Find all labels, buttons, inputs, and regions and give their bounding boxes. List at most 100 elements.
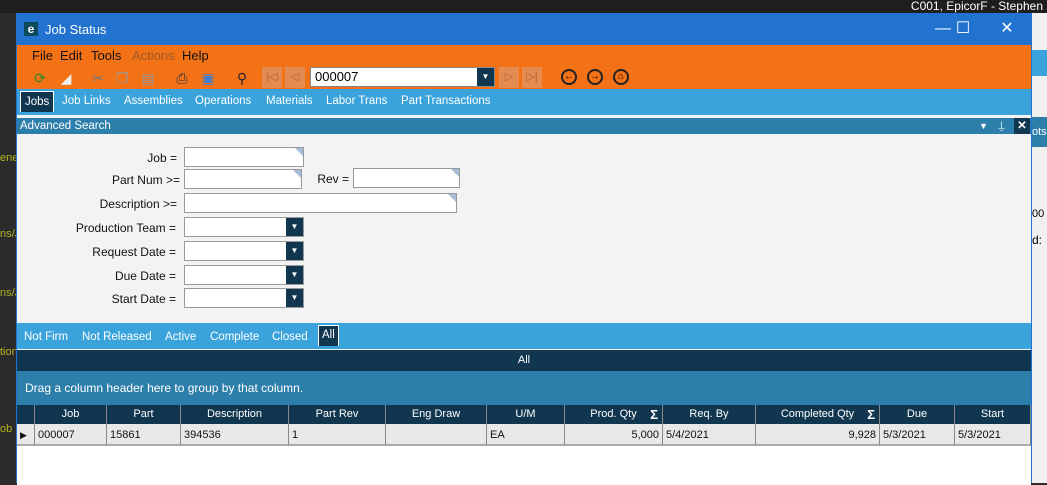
column-header-start[interactable]: Start	[955, 405, 1031, 424]
cell-description[interactable]: 394536	[181, 424, 289, 446]
cell-start[interactable]: 5/3/2021	[955, 424, 1031, 446]
chevron-down-icon[interactable]: ▼	[477, 68, 494, 86]
advanced-search-title: Advanced Search	[20, 120, 111, 132]
column-label: Prod. Qty	[590, 408, 637, 420]
search-binoculars-icon[interactable]: ⚲	[233, 69, 251, 87]
production-team-select[interactable]: ▼	[184, 217, 304, 237]
background-window: ots 00 d:	[1032, 13, 1047, 483]
copy-icon[interactable]: ❐	[113, 69, 131, 87]
menu-edit[interactable]: Edit	[60, 48, 82, 63]
paste-icon[interactable]: ▤	[139, 69, 157, 87]
production-team-label: Production Team =	[75, 221, 176, 235]
column-header-completed-qty[interactable]: Completed Qty Σ	[756, 405, 880, 424]
bg-text: ots	[1032, 117, 1047, 147]
menu-file[interactable]: File	[32, 48, 53, 63]
chevron-down-icon[interactable]: ▼	[286, 218, 303, 236]
back-icon[interactable]: ←	[561, 69, 577, 85]
column-header-part[interactable]: Part	[107, 405, 181, 424]
window-title: Job Status	[45, 22, 107, 37]
due-date-picker[interactable]: ▼	[184, 265, 304, 285]
cell-part-rev[interactable]: 1	[289, 424, 386, 446]
column-header-part-rev[interactable]: Part Rev	[289, 405, 386, 424]
forward-icon[interactable]: →	[587, 69, 603, 85]
dropdown-icon[interactable]: ▼	[979, 118, 988, 134]
tab-job-links[interactable]: Job Links	[62, 95, 111, 107]
menu-tools[interactable]: Tools	[91, 48, 121, 63]
row-selector-header	[17, 405, 35, 424]
maximize-button[interactable]: ☐	[943, 18, 983, 40]
job-label: Job =	[147, 151, 177, 165]
chevron-down-icon[interactable]: ▼	[286, 266, 303, 284]
desktop-title: C001, EpicorF - Stephen	[0, 0, 1047, 13]
column-header-um[interactable]: U/M	[487, 405, 565, 424]
start-date-picker[interactable]: ▼	[184, 288, 304, 308]
clear-icon[interactable]: ◢	[57, 69, 75, 87]
request-date-label: Request Date =	[92, 245, 176, 259]
chevron-down-icon[interactable]: ▼	[286, 242, 303, 260]
home-icon[interactable]: ⌂	[613, 69, 629, 85]
tab-operations[interactable]: Operations	[195, 95, 251, 107]
tab-active[interactable]: Active	[165, 331, 196, 343]
close-panel-icon[interactable]: ✕	[1014, 118, 1030, 134]
tab-not-released[interactable]: Not Released	[82, 331, 152, 343]
tab-jobs[interactable]: Jobs	[20, 91, 55, 112]
column-header-req-by[interactable]: Req. By	[663, 405, 756, 424]
cell-completed-qty[interactable]: 9,928	[756, 424, 880, 446]
close-button[interactable]: ✕	[987, 18, 1027, 40]
main-tabs: Jobs Job Links Assemblies Operations Mat…	[17, 89, 1031, 115]
refresh-icon[interactable]: ⟳	[31, 69, 49, 87]
print-icon[interactable]: ⎙	[173, 69, 191, 87]
next-record-button[interactable]: ▷	[499, 67, 519, 88]
column-header-description[interactable]: Description	[181, 405, 289, 424]
request-date-picker[interactable]: ▼	[184, 241, 304, 261]
cell-eng-draw[interactable]	[386, 424, 487, 446]
menu-help[interactable]: Help	[182, 48, 209, 63]
epicor-logo-icon: e	[24, 22, 38, 36]
description-label: Description >=	[99, 197, 177, 211]
tab-part-transactions[interactable]: Part Transactions	[401, 95, 490, 107]
cell-req-by[interactable]: 5/4/2021	[663, 424, 756, 446]
menu-actions[interactable]: Actions	[132, 48, 175, 63]
tab-assemblies[interactable]: Assemblies	[124, 95, 183, 107]
last-record-button[interactable]: ▷|	[522, 67, 542, 88]
job-input[interactable]	[184, 147, 304, 167]
tab-labor-trans[interactable]: Labor Trans	[326, 95, 387, 107]
tab-complete[interactable]: Complete	[210, 331, 259, 343]
column-label: Completed Qty	[780, 408, 855, 420]
start-date-label: Start Date =	[111, 292, 176, 306]
sum-icon[interactable]: Σ	[650, 405, 658, 424]
tab-not-firm[interactable]: Not Firm	[24, 331, 68, 343]
description-input[interactable]	[184, 193, 457, 213]
column-header-due[interactable]: Due	[880, 405, 955, 424]
rev-label: Rev =	[317, 172, 349, 186]
tab-closed[interactable]: Closed	[272, 331, 308, 343]
group-by-area[interactable]: Drag a column header here to group by th…	[17, 371, 1031, 405]
tab-materials[interactable]: Materials	[266, 95, 313, 107]
cell-um[interactable]: EA	[487, 424, 565, 446]
row-indicator-icon[interactable]: ▶	[17, 424, 35, 446]
tab-all[interactable]: All	[318, 325, 339, 346]
job-status-window: e Job Status — ☐ ✕ File Edit Tools Actio…	[16, 13, 1032, 485]
record-value: 000007	[315, 69, 359, 84]
cell-job[interactable]: 000007	[35, 424, 107, 446]
cut-icon[interactable]: ✂	[89, 69, 107, 87]
print-preview-icon[interactable]: ▣	[199, 69, 217, 87]
column-header-prod-qty[interactable]: Prod. Qty Σ	[565, 405, 663, 424]
first-record-button[interactable]: |◁	[262, 67, 282, 88]
record-selector[interactable]: 000007 ▼	[310, 67, 495, 87]
cell-due[interactable]: 5/3/2021	[880, 424, 955, 446]
sum-icon[interactable]: Σ	[867, 405, 875, 424]
bg-text: ob	[0, 423, 13, 435]
bg-text: d:	[1032, 233, 1043, 247]
previous-record-button[interactable]: ◁	[285, 67, 305, 88]
advanced-search-header: Advanced Search ▼ ⍊ ✕	[17, 118, 1031, 134]
due-date-label: Due Date =	[114, 269, 176, 283]
column-header-job[interactable]: Job	[35, 405, 107, 424]
column-header-eng-draw[interactable]: Eng Draw	[386, 405, 487, 424]
chevron-down-icon[interactable]: ▼	[286, 289, 303, 307]
pin-icon[interactable]: ⍊	[998, 118, 1005, 134]
rev-input[interactable]	[353, 168, 460, 188]
bg-text: 00	[1032, 208, 1045, 220]
cell-part[interactable]: 15861	[107, 424, 181, 446]
cell-prod-qty[interactable]: 5,000	[565, 424, 663, 446]
